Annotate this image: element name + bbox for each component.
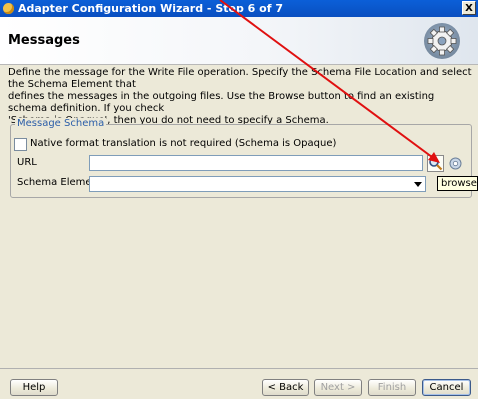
page-header: Messages	[0, 17, 478, 65]
opaque-checkbox-label[interactable]: Native format translation is not require…	[30, 138, 336, 149]
gear-icon	[424, 23, 460, 59]
url-input[interactable]	[89, 155, 423, 171]
app-icon	[3, 3, 14, 14]
browse-tooltip: browse fo	[437, 176, 478, 191]
next-button[interactable]: Next >	[314, 379, 362, 396]
url-label: URL	[17, 157, 37, 168]
title-bar: Adapter Configuration Wizard - Step 6 of…	[0, 0, 478, 17]
cancel-button[interactable]: Cancel	[422, 379, 471, 396]
footer-separator	[0, 368, 478, 369]
instructions-line: defines the messages in the outgoing fil…	[8, 91, 435, 114]
refresh-icon[interactable]	[448, 156, 463, 171]
back-button[interactable]: < Back	[262, 379, 309, 396]
magnifier-icon[interactable]	[427, 155, 444, 172]
page-title: Messages	[8, 33, 80, 48]
opaque-checkbox[interactable]	[14, 138, 27, 151]
instructions-line: Define the message for the Write File op…	[8, 67, 472, 90]
schema-element-select[interactable]	[89, 176, 426, 192]
help-button[interactable]: Help	[10, 379, 58, 396]
finish-button[interactable]: Finish	[368, 379, 416, 396]
chevron-down-icon[interactable]	[414, 182, 422, 187]
close-button[interactable]: X	[462, 1, 476, 15]
message-schema-legend: Message Schema	[15, 118, 107, 129]
window-title: Adapter Configuration Wizard - Step 6 of…	[18, 2, 283, 15]
